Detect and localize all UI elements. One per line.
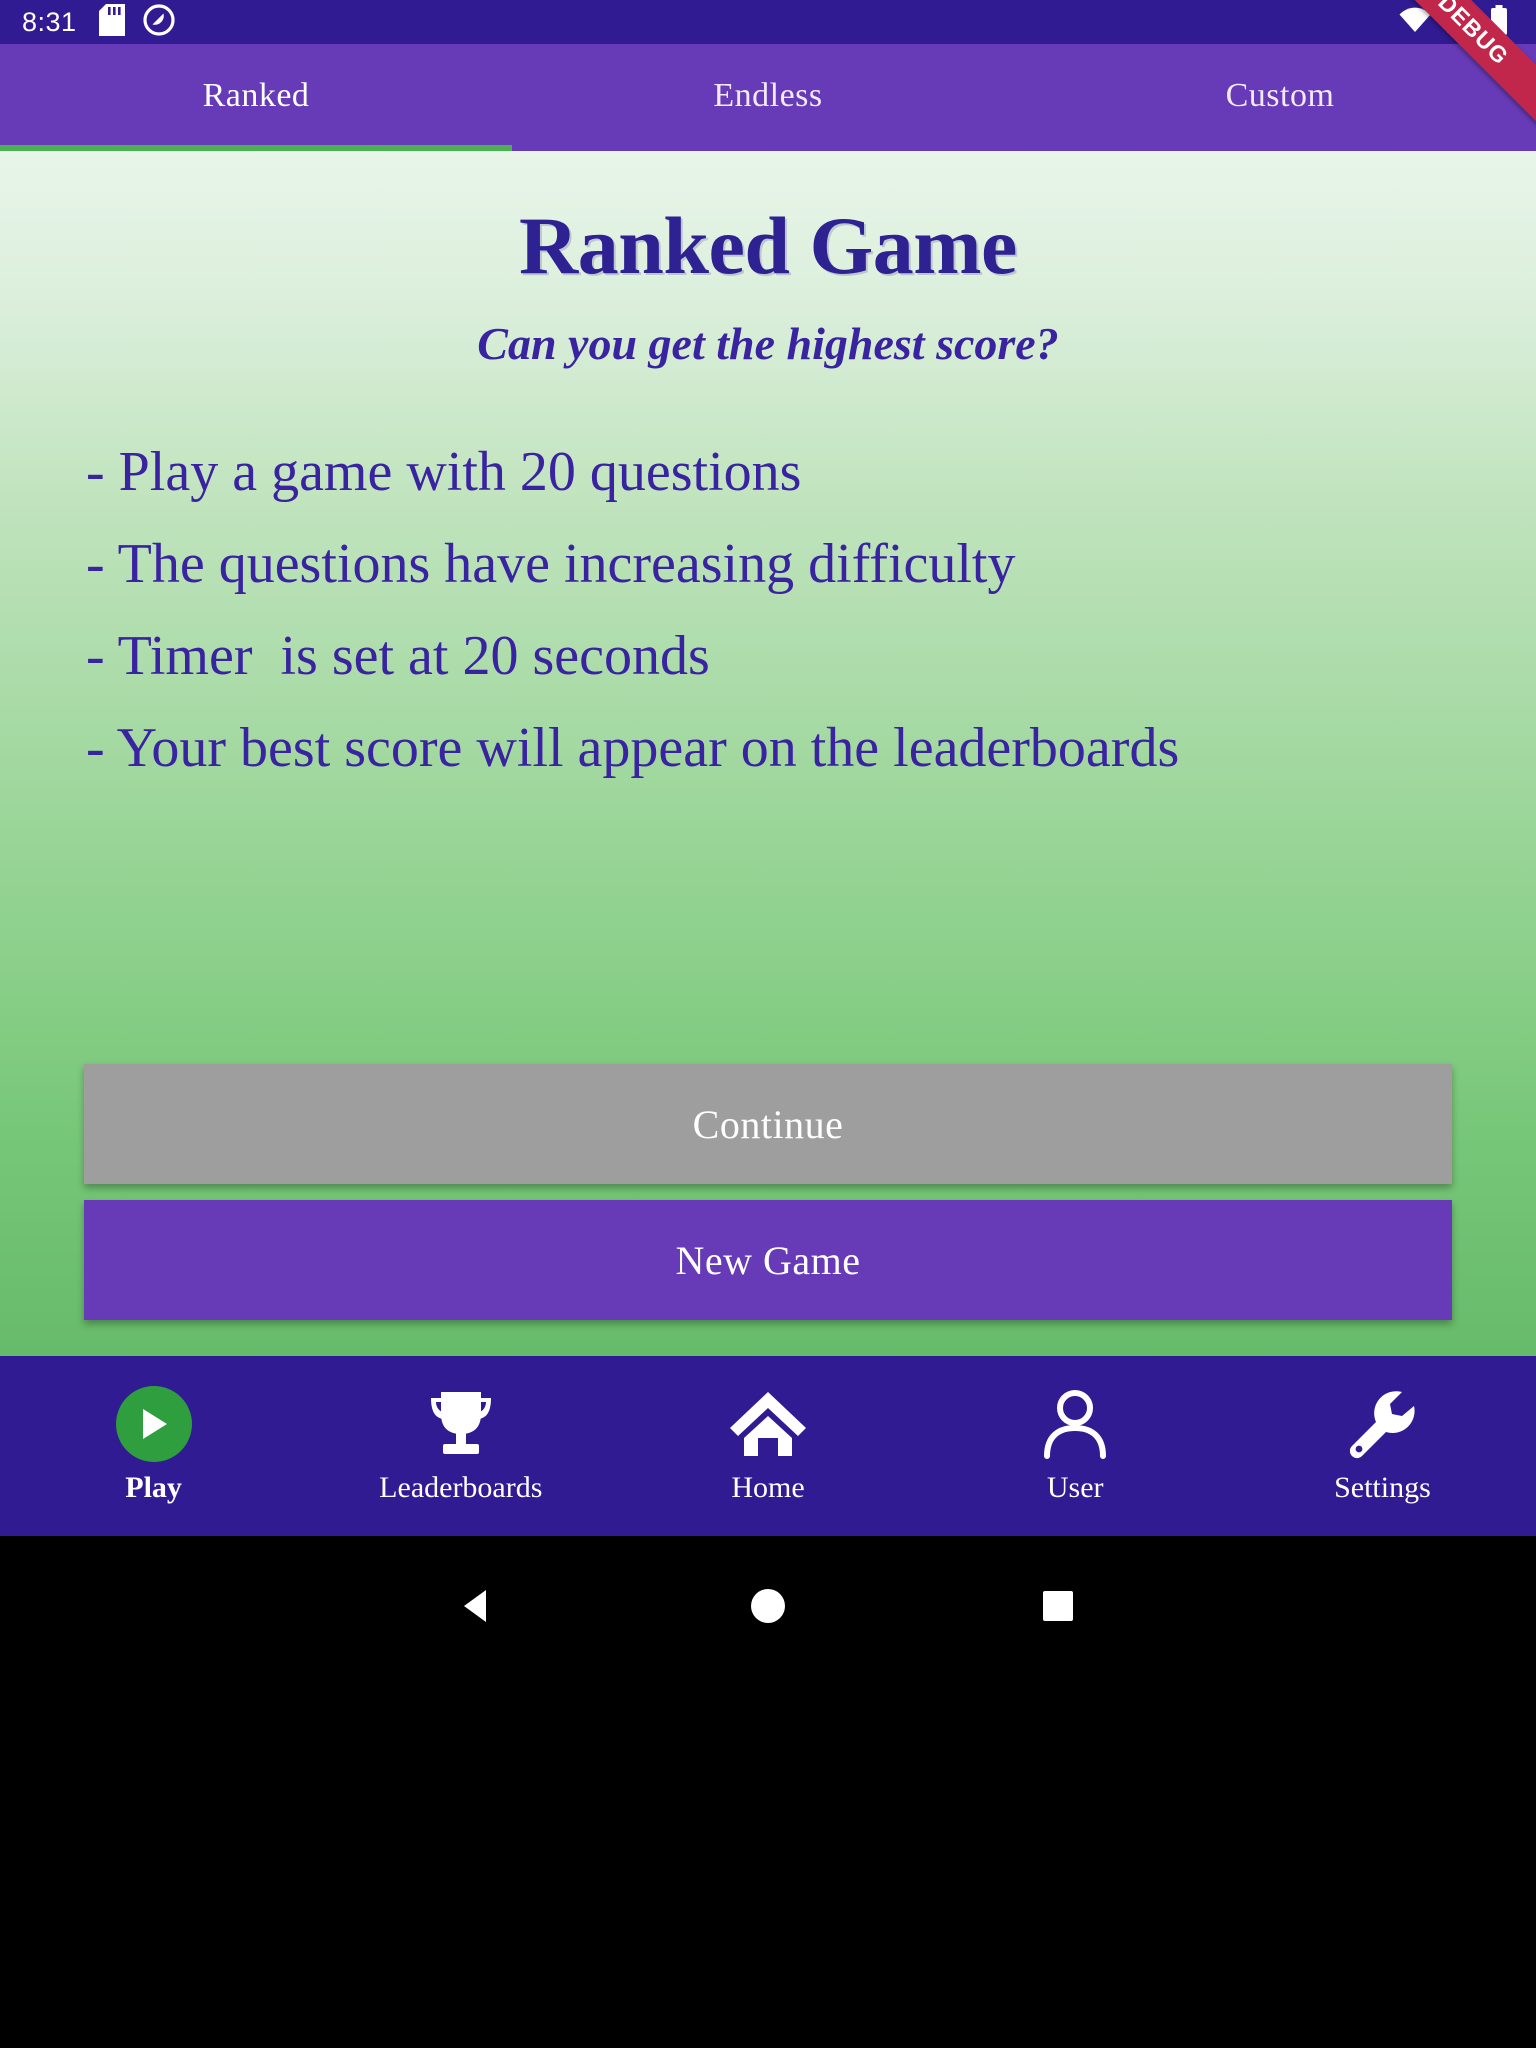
trophy-icon xyxy=(421,1387,501,1461)
status-bar: 8:31 xyxy=(0,0,1536,44)
nav-item-home-label: Home xyxy=(731,1471,805,1504)
rules-list: - Play a game with 20 questions - The qu… xyxy=(0,426,1536,794)
nav-item-user[interactable]: User xyxy=(922,1356,1229,1536)
nav-item-settings[interactable]: Settings xyxy=(1229,1356,1536,1536)
list-item: - Play a game with 20 questions xyxy=(86,441,802,503)
nav-item-settings-label: Settings xyxy=(1334,1471,1431,1504)
main-content: Ranked Game Can you get the highest scor… xyxy=(0,151,1536,1356)
do-not-disturb-icon xyxy=(142,3,175,41)
status-left-icons xyxy=(98,3,175,41)
back-triangle-icon[interactable] xyxy=(458,1586,498,1626)
nav-item-leaderboards[interactable]: Leaderboards xyxy=(307,1356,614,1536)
android-system-nav xyxy=(0,1536,1536,2048)
nav-item-user-label: User xyxy=(1046,1471,1104,1504)
tab-endless[interactable]: Endless xyxy=(512,44,1024,151)
continue-button[interactable]: Continue xyxy=(84,1064,1452,1184)
tab-endless-label: Endless xyxy=(713,76,823,114)
person-icon xyxy=(1039,1387,1111,1461)
list-item: - Your best score will appear on the lea… xyxy=(86,717,1180,779)
list-item: - The questions have increasing difficul… xyxy=(86,533,1016,595)
tab-ranked[interactable]: Ranked xyxy=(0,44,512,151)
play-icon xyxy=(115,1386,192,1462)
status-time: 8:31 xyxy=(22,6,77,37)
tab-custom[interactable]: Custom xyxy=(1024,44,1536,151)
action-buttons: Continue New Game xyxy=(0,1064,1536,1320)
nav-item-home[interactable]: Home xyxy=(614,1356,921,1536)
sd-card-icon xyxy=(98,3,125,41)
bottom-navigation: Play Leaderboards Home User Settings xyxy=(0,1356,1536,1536)
app-screen: 8:31 Ranked Endless Custom DEBUG Ranked … xyxy=(0,0,1536,2048)
wrench-icon xyxy=(1346,1387,1418,1461)
list-item: - Timer is set at 20 seconds xyxy=(86,625,710,687)
home-icon xyxy=(726,1387,810,1461)
tab-ranked-label: Ranked xyxy=(202,76,310,114)
nav-item-leaderboards-label: Leaderboards xyxy=(379,1471,543,1504)
home-circle-icon[interactable] xyxy=(748,1586,788,1626)
page-subtitle: Can you get the highest score? xyxy=(477,318,1059,369)
new-game-button[interactable]: New Game xyxy=(84,1200,1452,1320)
tab-custom-label: Custom xyxy=(1225,76,1335,114)
nav-item-play-label: Play xyxy=(125,1471,182,1504)
page-title: Ranked Game xyxy=(519,200,1017,291)
nav-item-play[interactable]: Play xyxy=(0,1356,307,1536)
recents-square-icon[interactable] xyxy=(1038,1586,1078,1626)
tab-active-indicator xyxy=(0,145,512,151)
tab-bar: Ranked Endless Custom xyxy=(0,44,1536,151)
